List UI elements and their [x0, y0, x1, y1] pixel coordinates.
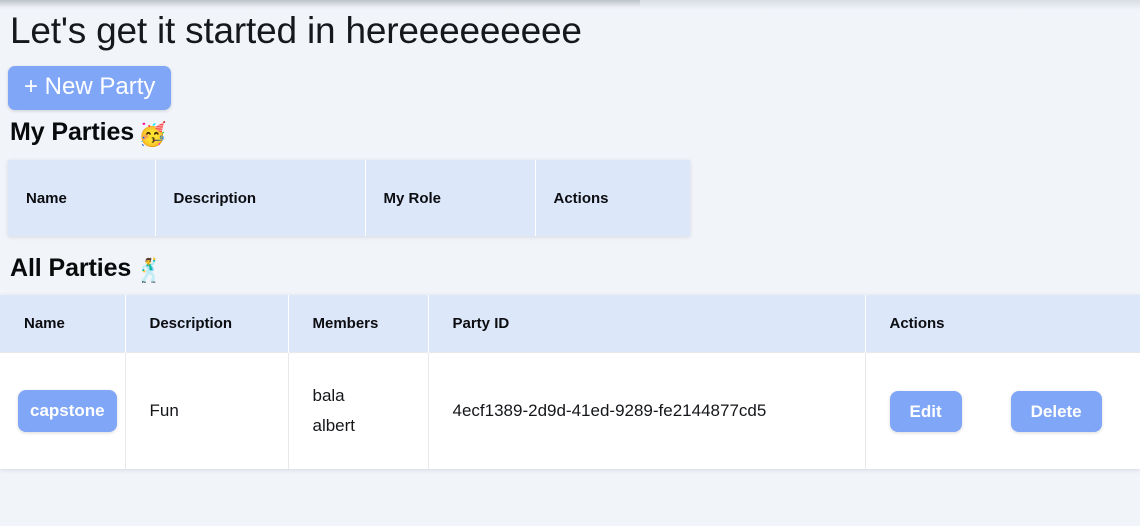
my-parties-heading: My Parties 🥳	[10, 116, 1140, 150]
edit-button[interactable]: Edit	[889, 390, 962, 432]
page-title: Let's get it started in hereeeeeeeee	[10, 10, 582, 51]
my-parties-col-name[interactable]: Name	[8, 160, 156, 237]
party-name-badge[interactable]: capstone	[18, 390, 117, 433]
man-dancing-emoji: 🕺	[135, 257, 164, 284]
new-party-button[interactable]: + New Party	[8, 66, 172, 111]
members-list: bala albert	[313, 381, 428, 441]
my-parties-table-card: Name Description My Role Actions	[8, 160, 690, 237]
my-parties-table: Name Description My Role Actions	[8, 160, 690, 237]
partying-face-emoji: 🥳	[138, 121, 167, 148]
member-item: bala	[312, 386, 345, 406]
cell-description: Fun	[125, 352, 289, 470]
all-parties-col-description[interactable]: Description	[125, 295, 289, 353]
all-parties-table: Name Description Members Party ID Action…	[0, 295, 1140, 470]
all-parties-col-name[interactable]: Name	[0, 295, 126, 353]
all-parties-col-party-id[interactable]: Party ID	[428, 295, 866, 353]
my-parties-col-actions[interactable]: Actions	[535, 160, 690, 237]
cell-party-id: 4ecf1389-2d9d-41ed-9289-fe2144877cd5	[428, 352, 866, 470]
my-parties-header-row: Name Description My Role Actions	[8, 160, 690, 237]
party-id-value: 4ecf1389-2d9d-41ed-9289-fe2144877cd5	[452, 401, 767, 421]
action-buttons: Edit Delete	[889, 390, 1140, 432]
my-parties-col-my-role[interactable]: My Role	[365, 160, 536, 237]
delete-button[interactable]: Delete	[1010, 390, 1102, 432]
member-item: albert	[312, 416, 356, 436]
cell-actions: Edit Delete	[865, 352, 1140, 470]
my-parties-col-description[interactable]: Description	[155, 160, 366, 237]
all-parties-table-card: Name Description Members Party ID Action…	[0, 295, 1140, 470]
all-parties-body: capstone Fun bala albert 4ecf1389-2d9d-4…	[0, 352, 1140, 470]
all-parties-col-members[interactable]: Members	[288, 295, 429, 353]
my-parties-heading-label: My Parties	[10, 118, 135, 147]
cell-members: bala albert	[288, 352, 429, 470]
all-parties-heading-label: All Parties	[10, 254, 132, 283]
all-parties-col-actions[interactable]: Actions	[865, 295, 1140, 353]
page-root: Let's get it started in hereeeeeeeee + N…	[0, 0, 1140, 526]
cell-name: capstone	[0, 352, 126, 470]
all-parties-heading: All Parties 🕺	[10, 252, 1140, 286]
table-row: capstone Fun bala albert 4ecf1389-2d9d-4…	[0, 352, 1140, 470]
all-parties-header-row: Name Description Members Party ID Action…	[0, 295, 1140, 353]
